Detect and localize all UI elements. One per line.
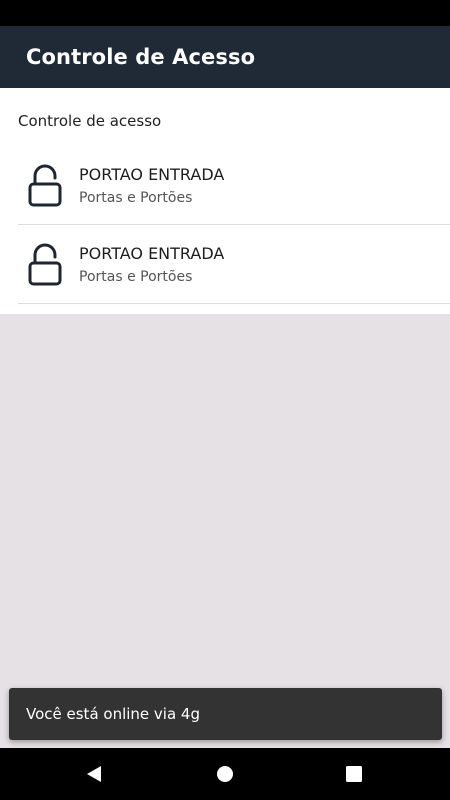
list-item-subtitle: Portas e Portões [79,189,193,206]
list-item-title: PORTAO ENTRADA [79,243,225,263]
status-bar [0,0,450,26]
list-item[interactable]: PORTAO ENTRADA Portas e Portões [18,225,450,304]
snackbar-message: Você está online via 4g [26,705,200,723]
app-bar: Controle de Acesso [0,26,450,88]
list-item-title: PORTAO ENTRADA [79,164,225,184]
section-header: Controle de acesso [18,112,162,130]
list-item-subtitle: Portas e Portões [79,268,193,285]
navigation-bar [0,748,450,800]
unlocked-padlock-icon [22,160,68,210]
back-icon[interactable] [78,758,110,790]
page-title: Controle de Acesso [26,45,256,69]
home-icon[interactable] [209,758,241,790]
snackbar: Você está online via 4g [9,688,442,740]
list-item[interactable]: PORTAO ENTRADA Portas e Portões [18,146,450,225]
unlocked-padlock-icon [22,239,68,289]
recents-icon[interactable] [338,758,370,790]
